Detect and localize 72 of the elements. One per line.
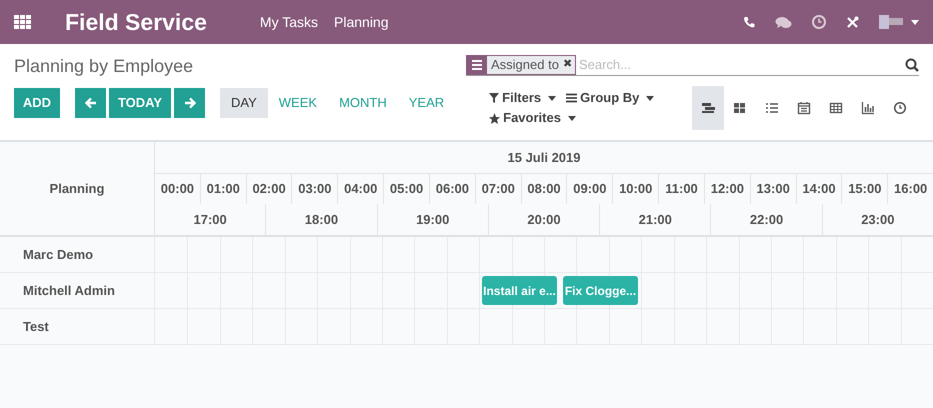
hour-header: 04:00 — [344, 180, 378, 198]
hour-header: 00:00 — [160, 180, 194, 198]
hour-header: 01:00 — [206, 180, 240, 198]
hour-header: 06:00 — [436, 180, 469, 198]
hour-header: 08:00 — [527, 180, 561, 198]
right-arrow-icon — [184, 97, 196, 109]
menu-item[interactable]: Planning — [328, 12, 395, 32]
hour-header: 23:00 — [861, 210, 894, 229]
hour-header: 15:00 — [848, 180, 882, 198]
row-label: Test — [23, 318, 49, 336]
hour-header: 21:00 — [638, 210, 672, 229]
next-button[interactable] — [174, 88, 205, 118]
menu-item[interactable]: My Tasks — [254, 12, 324, 32]
hour-header: 17:00 — [194, 210, 227, 229]
search-facet[interactable]: Assigned to ✖ — [466, 54, 576, 74]
row-label: Marc Demo — [23, 246, 94, 264]
scale-tab[interactable]: MONTH — [328, 88, 398, 118]
hour-header: 07:00 — [482, 180, 515, 198]
hour-header: 03:00 — [298, 180, 332, 198]
view-switch-button[interactable] — [692, 86, 724, 130]
hour-header: 18:00 — [304, 210, 338, 229]
hour-header: 02:00 — [252, 180, 286, 198]
calendar-icon — [797, 101, 811, 115]
clock-icon — [893, 101, 907, 115]
list-lines-icon — [566, 93, 578, 103]
row-label: Mitchell Admin — [23, 282, 115, 300]
date-header: 15 Juli 2019 — [508, 148, 580, 167]
hour-header: 12:00 — [710, 180, 744, 198]
hour-header: 13:00 — [756, 180, 790, 198]
kanban-icon — [733, 101, 747, 115]
scale-tab[interactable]: YEAR — [398, 88, 456, 118]
column-header: Planning — [50, 180, 104, 198]
list-icon — [765, 101, 779, 115]
phone-icon[interactable] — [743, 16, 755, 28]
funnel-icon — [489, 93, 500, 103]
scale-tab[interactable]: DAY — [220, 88, 268, 118]
hour-header: 20:00 — [527, 210, 561, 229]
hour-header: 19:00 — [416, 210, 450, 229]
search-option-dropdown[interactable]: Favorites — [489, 108, 576, 128]
hour-header: 05:00 — [390, 180, 424, 198]
add-button[interactable]: ADD — [14, 88, 60, 118]
apps-menu-icon[interactable] — [14, 15, 31, 29]
search-field[interactable]: Assigned to ✖ Search... — [466, 54, 919, 76]
hour-header: 09:00 — [573, 180, 606, 198]
caret-icon — [646, 96, 654, 100]
left-arrow-icon — [84, 97, 96, 109]
previous-button[interactable] — [75, 88, 106, 118]
caret-icon[interactable] — [911, 20, 919, 24]
gantt-icon — [701, 101, 715, 115]
hour-header: 14:00 — [802, 180, 836, 198]
scale-tab[interactable]: WEEK — [268, 88, 328, 118]
search-option-dropdown[interactable]: Group By — [566, 88, 654, 108]
table-grid-icon — [829, 101, 843, 115]
today-button[interactable]: TODAY — [109, 88, 171, 118]
facet-label: Assigned to — [490, 56, 560, 74]
app-title: Field Service — [65, 8, 207, 37]
caret-icon — [548, 96, 556, 100]
search-icon[interactable] — [905, 58, 919, 72]
breadcrumb-title: Planning by Employee — [14, 54, 194, 78]
remove-facet-icon[interactable]: ✖ — [562, 56, 575, 73]
clock-icon[interactable] — [812, 15, 826, 29]
hour-header: 10:00 — [619, 180, 652, 198]
tools-icon[interactable] — [846, 16, 859, 28]
chat-icon[interactable] — [775, 16, 792, 28]
hour-header: 22:00 — [750, 210, 784, 229]
star-icon — [489, 112, 500, 124]
search-option-dropdown[interactable]: Filters — [489, 88, 556, 108]
filter-facet-icon — [467, 54, 487, 74]
bar-chart-icon — [861, 101, 875, 115]
caret-icon — [568, 116, 576, 120]
hour-header: 11:00 — [665, 180, 698, 198]
hour-header: 16:00 — [894, 180, 928, 198]
